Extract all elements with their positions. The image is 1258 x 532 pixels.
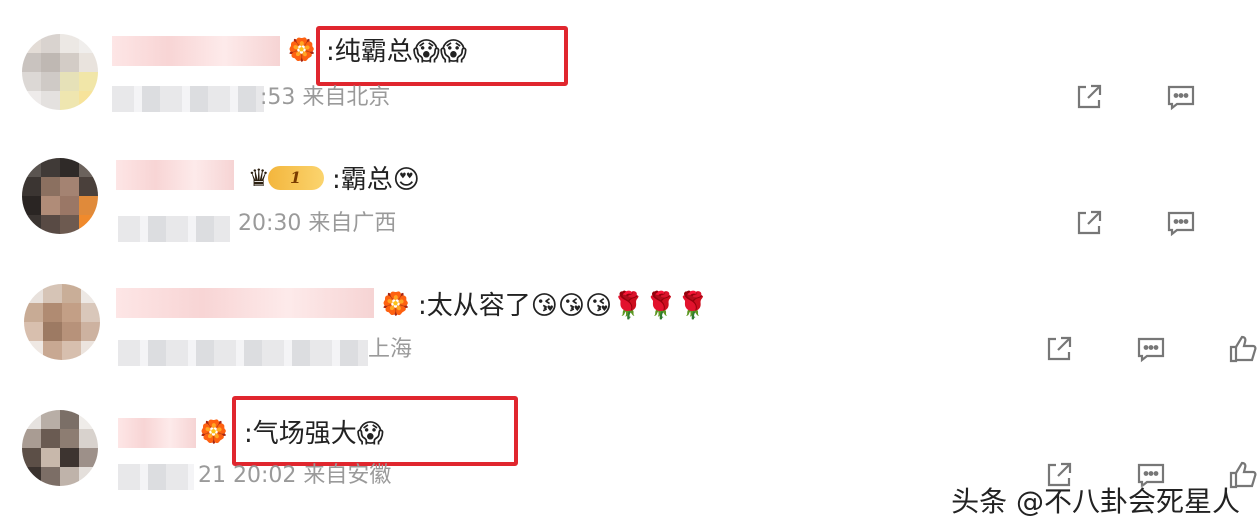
comment-meta: 上海 [368,337,413,362]
share-icon [1077,210,1102,235]
reply-button[interactable] [1134,332,1168,366]
share-icon [1077,84,1102,109]
fan-badge-icon: 🏵️ [382,292,410,317]
comment-meta: 21 20:02 来自安徽 [198,463,392,488]
avatar[interactable] [22,158,98,234]
avatar[interactable] [24,284,100,360]
meta-blurred [118,340,368,366]
share-button[interactable] [1072,206,1106,240]
share-icon [1047,336,1072,361]
username-blurred[interactable] [118,418,196,448]
comment-text: :太从容了😘😘😘🌹🌹🌹 [418,291,710,321]
comment-actions [1014,80,1258,114]
comment-icon [1137,337,1165,363]
highlight-box [316,26,568,86]
fan-badge-icon: 🏵️ [200,420,228,445]
avatar[interactable] [22,410,98,486]
comment-item: 🏵️ :太从容了😘😘😘🌹🌹🌹 上海 1 [0,260,1258,390]
share-button[interactable] [1042,332,1076,366]
comment-item: ♛ 1 :霸总😍 20:30 来自广西 [0,130,1258,260]
comment-meta: :53 来自北京 [260,85,391,110]
share-button[interactable] [1072,80,1106,114]
avatar[interactable] [22,34,98,110]
comment-icon [1167,211,1195,237]
comment-text: :霸总😍 [332,165,420,195]
username-blurred[interactable] [112,36,280,66]
reply-button[interactable] [1164,80,1198,114]
meta-blurred [118,464,194,490]
username-blurred[interactable] [116,160,234,190]
like-button[interactable] [1226,332,1258,366]
comment-item: 🏵️ :纯霸总😱😱 :53 来自北京 [0,0,1258,130]
highlight-box [232,396,518,466]
thumbs-up-icon [1229,335,1257,363]
comment-meta: 20:30 来自广西 [238,211,397,236]
username-blurred[interactable] [116,288,374,318]
meta-blurred [118,216,230,242]
fan-badge-icon: 🏵️ [288,38,316,63]
comment-actions [1014,206,1258,240]
reply-button[interactable] [1164,206,1198,240]
badge-level: 1 [267,166,324,190]
comment-actions: 1 [984,332,1258,366]
vip-badge: ♛ 1 [248,164,324,192]
watermark: 头条 @不八卦会死星人 [951,485,1240,518]
comment-icon [1167,85,1195,111]
meta-blurred [112,86,264,112]
crown-icon: ♛ [248,164,270,192]
